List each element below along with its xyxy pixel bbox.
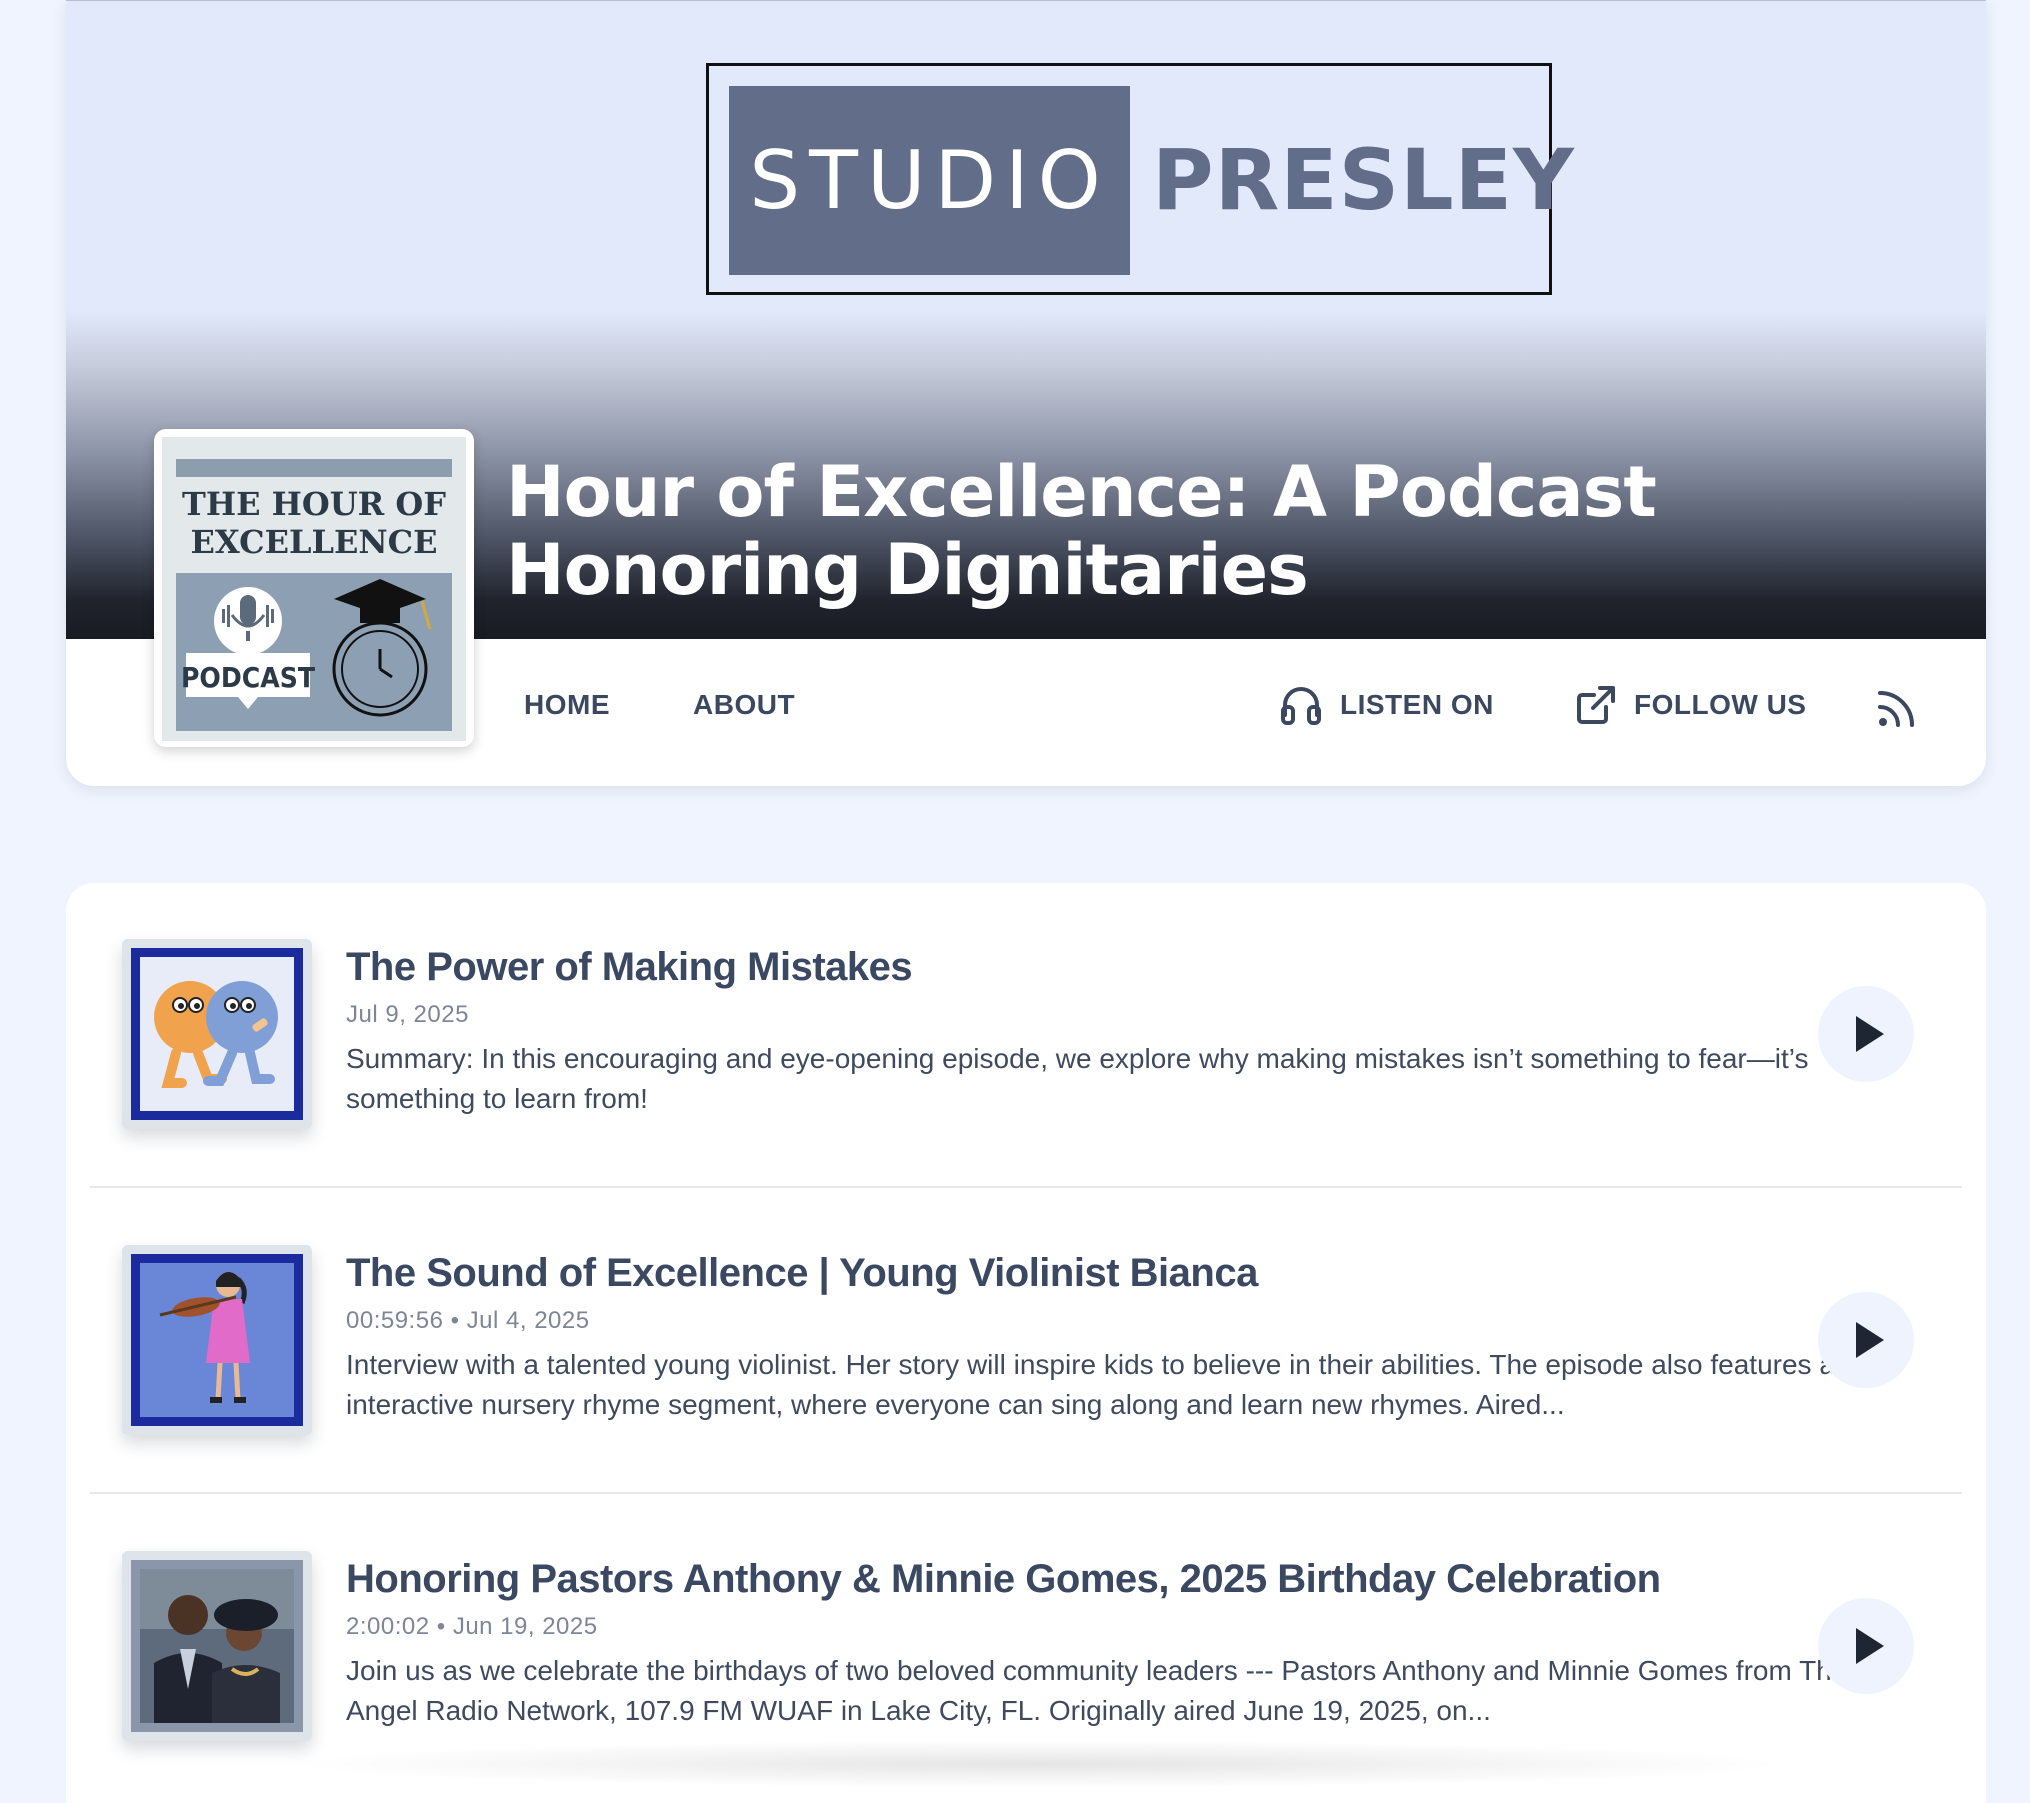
cover-title-line1: THE HOUR OF xyxy=(182,485,446,523)
episode-summary: Summary: In this encouraging and eye-ope… xyxy=(346,1043,1809,1114)
nav-home-link[interactable]: HOME xyxy=(524,689,610,721)
listen-on-button[interactable]: LISTEN ON xyxy=(1280,685,1494,725)
episode-list: The Power of Making Mistakes Jul 9, 2025… xyxy=(66,883,1986,1803)
episode-artwork xyxy=(131,1560,303,1732)
follow-us-label: FOLLOW US xyxy=(1634,689,1807,720)
show-title: Hour of Excellence: A Podcast Honoring D… xyxy=(506,451,1657,611)
episode-artwork xyxy=(131,1254,303,1426)
episode-summary: Join us as we celebrate the birthdays of… xyxy=(346,1655,1848,1726)
logo-studio-text: STUDIO xyxy=(729,86,1130,275)
graduation-cap-icon xyxy=(334,579,432,630)
play-button[interactable] xyxy=(1818,1292,1914,1388)
pastors-photo-image xyxy=(140,1569,294,1723)
episode-meta: 2:00:02 • Jun 19, 2025 xyxy=(346,1613,598,1640)
podcast-header: STUDIO PRESLEY Hour of Excellence: A Pod… xyxy=(66,0,1986,786)
play-icon xyxy=(1856,1628,1884,1664)
episode-title[interactable]: The Sound of Excellence | Young Violinis… xyxy=(346,1251,1258,1296)
episode-title[interactable]: Honoring Pastors Anthony & Minnie Gomes,… xyxy=(346,1557,1661,1602)
external-link-icon xyxy=(1577,686,1615,724)
play-icon xyxy=(1856,1322,1884,1358)
cover-title: THE HOUR OF EXCELLENCE xyxy=(162,485,466,561)
episode-thumbnail[interactable] xyxy=(122,1245,312,1435)
violinist-girl-image xyxy=(159,1272,250,1403)
headphones-icon xyxy=(1281,687,1321,725)
episode-thumbnail[interactable] xyxy=(122,939,312,1129)
episode-title[interactable]: The Power of Making Mistakes xyxy=(346,945,913,990)
episode-divider xyxy=(90,1492,1962,1494)
episode-divider xyxy=(90,1186,1962,1188)
follow-us-button[interactable]: FOLLOW US xyxy=(1576,685,1806,725)
episode-item[interactable]: The Power of Making Mistakes Jul 9, 2025… xyxy=(90,883,1962,1189)
episode-artwork xyxy=(131,948,303,1120)
play-icon xyxy=(1856,1016,1884,1052)
episode-thumbnail[interactable] xyxy=(122,1551,312,1741)
play-button[interactable] xyxy=(1818,986,1914,1082)
play-button[interactable] xyxy=(1818,1598,1914,1694)
show-nav: HOME ABOUT LISTEN ON FOLLOW US xyxy=(66,639,1986,786)
listen-on-label: LISTEN ON xyxy=(1340,689,1494,720)
cover-top-bar xyxy=(176,459,452,477)
episode-item[interactable]: The Sound of Excellence | Young Violinis… xyxy=(90,1189,1962,1495)
episode-summary: Interview with a talented young violinis… xyxy=(346,1349,1851,1420)
studio-presley-logo[interactable]: STUDIO PRESLEY xyxy=(706,63,1574,295)
episode-meta: 00:59:56 • Jul 4, 2025 xyxy=(346,1307,590,1334)
rss-icon xyxy=(1878,691,1914,727)
rss-feed-button[interactable] xyxy=(1876,687,1918,736)
cartoon-characters-image xyxy=(154,981,278,1088)
scroll-shadow xyxy=(290,1740,1790,1788)
nav-about-link[interactable]: ABOUT xyxy=(693,689,795,721)
episode-meta: Jul 9, 2025 xyxy=(346,1001,469,1028)
cover-title-line2: EXCELLENCE xyxy=(190,523,438,561)
logo-presley-text: PRESLEY xyxy=(1152,131,1575,229)
